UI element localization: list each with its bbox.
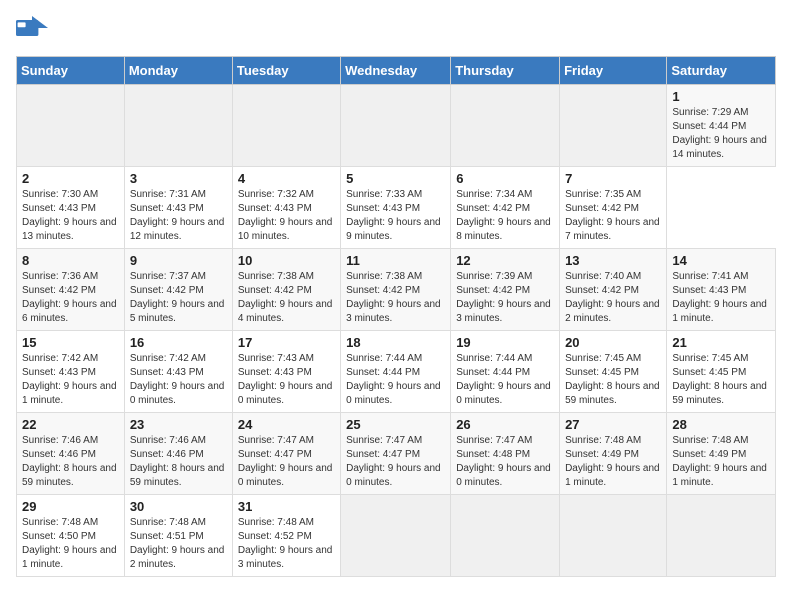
calendar-cell: 9Sunrise: 7:37 AMSunset: 4:42 PMDaylight…	[124, 249, 232, 331]
calendar-week: 1Sunrise: 7:29 AMSunset: 4:44 PMDaylight…	[17, 85, 776, 167]
calendar-cell-empty	[124, 85, 232, 167]
calendar-week: 2Sunrise: 7:30 AMSunset: 4:43 PMDaylight…	[17, 167, 776, 249]
weekday-header: Friday	[560, 57, 667, 85]
calendar-cell: 27Sunrise: 7:48 AMSunset: 4:49 PMDayligh…	[560, 413, 667, 495]
calendar-cell: 12Sunrise: 7:39 AMSunset: 4:42 PMDayligh…	[451, 249, 560, 331]
calendar-cell: 19Sunrise: 7:44 AMSunset: 4:44 PMDayligh…	[451, 331, 560, 413]
weekday-header: Thursday	[451, 57, 560, 85]
calendar-header: SundayMondayTuesdayWednesdayThursdayFrid…	[17, 57, 776, 85]
weekday-header: Wednesday	[341, 57, 451, 85]
calendar-cell: 26Sunrise: 7:47 AMSunset: 4:48 PMDayligh…	[451, 413, 560, 495]
calendar-cell: 24Sunrise: 7:47 AMSunset: 4:47 PMDayligh…	[232, 413, 340, 495]
calendar-cell: 14Sunrise: 7:41 AMSunset: 4:43 PMDayligh…	[667, 249, 776, 331]
calendar-cell: 17Sunrise: 7:43 AMSunset: 4:43 PMDayligh…	[232, 331, 340, 413]
calendar-cell-empty	[341, 495, 451, 577]
calendar-week: 29Sunrise: 7:48 AMSunset: 4:50 PMDayligh…	[17, 495, 776, 577]
calendar-cell: 3Sunrise: 7:31 AMSunset: 4:43 PMDaylight…	[124, 167, 232, 249]
calendar-cell: 8Sunrise: 7:36 AMSunset: 4:42 PMDaylight…	[17, 249, 125, 331]
calendar-cell: 22Sunrise: 7:46 AMSunset: 4:46 PMDayligh…	[17, 413, 125, 495]
header-row: SundayMondayTuesdayWednesdayThursdayFrid…	[17, 57, 776, 85]
calendar-cell-empty	[560, 495, 667, 577]
calendar-cell: 18Sunrise: 7:44 AMSunset: 4:44 PMDayligh…	[341, 331, 451, 413]
calendar-week: 8Sunrise: 7:36 AMSunset: 4:42 PMDaylight…	[17, 249, 776, 331]
calendar-cell-empty	[560, 85, 667, 167]
calendar-cell-empty	[451, 495, 560, 577]
calendar-body: 1Sunrise: 7:29 AMSunset: 4:44 PMDaylight…	[17, 85, 776, 577]
logo	[16, 16, 52, 44]
calendar-cell: 2Sunrise: 7:30 AMSunset: 4:43 PMDaylight…	[17, 167, 125, 249]
calendar-cell: 20Sunrise: 7:45 AMSunset: 4:45 PMDayligh…	[560, 331, 667, 413]
calendar-cell: 29Sunrise: 7:48 AMSunset: 4:50 PMDayligh…	[17, 495, 125, 577]
weekday-header: Saturday	[667, 57, 776, 85]
weekday-header: Monday	[124, 57, 232, 85]
calendar-cell: 10Sunrise: 7:38 AMSunset: 4:42 PMDayligh…	[232, 249, 340, 331]
calendar-cell-empty	[451, 85, 560, 167]
calendar-cell: 16Sunrise: 7:42 AMSunset: 4:43 PMDayligh…	[124, 331, 232, 413]
calendar-cell: 6Sunrise: 7:34 AMSunset: 4:42 PMDaylight…	[451, 167, 560, 249]
calendar-cell-empty	[667, 495, 776, 577]
calendar-week: 22Sunrise: 7:46 AMSunset: 4:46 PMDayligh…	[17, 413, 776, 495]
calendar-week: 15Sunrise: 7:42 AMSunset: 4:43 PMDayligh…	[17, 331, 776, 413]
logo-icon	[16, 16, 48, 44]
calendar-cell: 15Sunrise: 7:42 AMSunset: 4:43 PMDayligh…	[17, 331, 125, 413]
calendar-cell: 4Sunrise: 7:32 AMSunset: 4:43 PMDaylight…	[232, 167, 340, 249]
calendar-cell: 31Sunrise: 7:48 AMSunset: 4:52 PMDayligh…	[232, 495, 340, 577]
calendar-cell: 5Sunrise: 7:33 AMSunset: 4:43 PMDaylight…	[341, 167, 451, 249]
calendar-cell: 23Sunrise: 7:46 AMSunset: 4:46 PMDayligh…	[124, 413, 232, 495]
weekday-header: Tuesday	[232, 57, 340, 85]
calendar-cell: 11Sunrise: 7:38 AMSunset: 4:42 PMDayligh…	[341, 249, 451, 331]
calendar-cell-empty	[17, 85, 125, 167]
calendar-cell-empty	[341, 85, 451, 167]
calendar-cell: 13Sunrise: 7:40 AMSunset: 4:42 PMDayligh…	[560, 249, 667, 331]
calendar-cell: 7Sunrise: 7:35 AMSunset: 4:42 PMDaylight…	[560, 167, 667, 249]
calendar-cell: 21Sunrise: 7:45 AMSunset: 4:45 PMDayligh…	[667, 331, 776, 413]
calendar-cell: 28Sunrise: 7:48 AMSunset: 4:49 PMDayligh…	[667, 413, 776, 495]
calendar-cell-empty	[232, 85, 340, 167]
weekday-header: Sunday	[17, 57, 125, 85]
calendar-table: SundayMondayTuesdayWednesdayThursdayFrid…	[16, 56, 776, 577]
calendar-cell: 25Sunrise: 7:47 AMSunset: 4:47 PMDayligh…	[341, 413, 451, 495]
page-header	[16, 16, 776, 44]
calendar-cell: 30Sunrise: 7:48 AMSunset: 4:51 PMDayligh…	[124, 495, 232, 577]
calendar-cell: 1Sunrise: 7:29 AMSunset: 4:44 PMDaylight…	[667, 85, 776, 167]
